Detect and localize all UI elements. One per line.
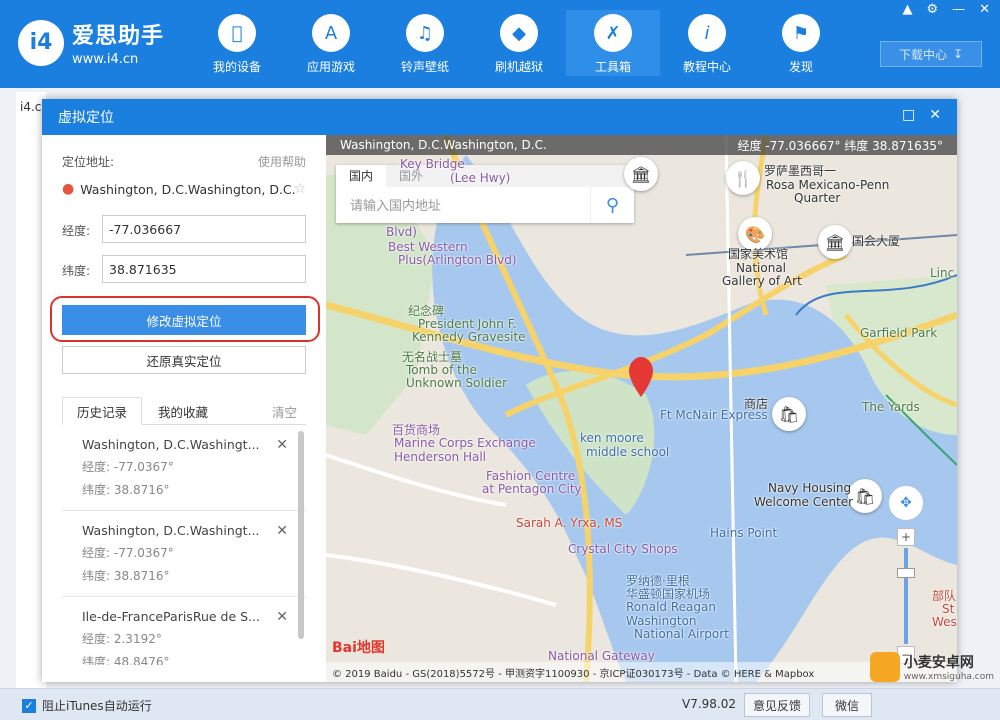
feedback-button[interactable]: 意见反馈 <box>744 693 810 717</box>
dialog-title: 虚拟定位 <box>58 110 114 126</box>
map-header-coords: 经度 -77.036667° 纬度 38.871635° <box>737 138 943 153</box>
version-label: V7.98.02 <box>682 697 737 711</box>
gallery-icon[interactable]: 🎨 <box>738 217 772 251</box>
zoom-handle[interactable] <box>897 568 915 578</box>
remove-item-icon[interactable]: ✕ <box>276 609 288 625</box>
zoom-track[interactable] <box>904 548 908 644</box>
remove-item-icon[interactable]: ✕ <box>276 523 288 539</box>
latitude-label: 纬度: <box>62 264 91 278</box>
search-tab-domestic[interactable]: 国内 <box>336 165 386 187</box>
help-link[interactable]: 使用帮助 <box>258 153 306 170</box>
itunes-toggle[interactable]: ✓ 阻止iTunes自动运行 <box>22 697 152 714</box>
search-icon[interactable]: ⚲ <box>590 187 634 223</box>
app-logo: i4 爱思助手 www.i4.cn <box>18 18 164 67</box>
clear-history-button[interactable]: 清空 <box>272 397 297 425</box>
watermark-logo <box>869 652 900 682</box>
tab-favorites[interactable]: 我的收藏 <box>158 397 208 425</box>
restaurant-icon[interactable]: 🍴 <box>726 161 760 195</box>
shop-icon[interactable]: 🛍 <box>848 479 882 513</box>
tools-icon: ✗ <box>594 14 632 52</box>
nav-ringtones[interactable]: ♫ 铃声壁纸 <box>378 10 472 76</box>
list-item[interactable]: Washington, D.C.Washingt... 经度: -77.0367… <box>62 425 306 511</box>
history-scrollbar[interactable] <box>298 431 304 639</box>
nav-flash-jailbreak[interactable]: ◆ 刷机越狱 <box>472 10 566 76</box>
nav-my-device[interactable]:  我的设备 <box>190 10 284 76</box>
zoom-in-button[interactable]: + <box>897 528 915 546</box>
favorite-star-icon[interactable]: ☆ <box>293 181 306 197</box>
map-header: Washington, D.C.Washington, D.C. 经度 -77.… <box>326 135 957 155</box>
watermark: 小麦安卓网 www.xmsiguha.com <box>869 652 994 682</box>
map-view[interactable]: Washington, D.C.Washington, D.C. 经度 -77.… <box>326 135 957 682</box>
location-pin-icon: ● <box>62 181 75 197</box>
dropbox-icon: ◆ <box>500 14 538 52</box>
remove-item-icon[interactable]: ✕ <box>276 437 288 453</box>
download-center-button[interactable]: 下载中心 ↧ <box>880 41 982 67</box>
window-controls: ▲ ⚙ — ✕ <box>902 2 990 17</box>
location-label: 定位地址: <box>62 155 115 169</box>
apple-icon:  <box>218 14 256 52</box>
download-icon: ↧ <box>952 47 964 61</box>
maximize-icon[interactable]: □ <box>902 107 915 123</box>
map-zoom-control: + − <box>897 528 915 666</box>
longitude-input[interactable]: -77.036667 <box>102 215 306 243</box>
list-item[interactable]: Washington, D.C.Washingt... 经度: -77.0367… <box>62 511 306 597</box>
nav-tutorials[interactable]: i 教程中心 <box>660 10 754 76</box>
wechat-button[interactable]: 微信 <box>822 693 872 717</box>
longitude-label: 经度: <box>62 224 91 238</box>
list-item[interactable]: Ile-de-FranceParisRue de S... 经度: 2.3192… <box>62 597 306 665</box>
virtual-location-dialog: 虚拟定位 □ ✕ 定位地址: 使用帮助 ● Washington, D.C.Wa… <box>42 99 957 682</box>
history-tabs: 历史记录 我的收藏 清空 <box>62 397 306 425</box>
close-icon[interactable]: ✕ <box>979 2 990 17</box>
status-bar: ✓ 阻止iTunes自动运行 V7.98.02 意见反馈 微信 <box>0 688 1000 720</box>
location-panel: 定位地址: 使用帮助 ● Washington, D.C.Washington,… <box>42 135 326 682</box>
map-copyright: © 2019 Baidu - GS(2018)5572号 - 甲测资字11009… <box>326 662 957 682</box>
music-icon: ♫ <box>406 14 444 52</box>
dialog-close-icon[interactable]: ✕ <box>929 107 941 123</box>
search-input[interactable]: 请输入国内地址 <box>350 195 441 214</box>
current-address: ● Washington, D.C.Washington, D.C. ☆ <box>62 181 306 197</box>
logo-mark: i4 <box>18 19 64 66</box>
map-header-location: Washington, D.C.Washington, D.C. <box>340 138 547 152</box>
nav-discover[interactable]: ⚑ 发现 <box>754 10 848 76</box>
map-pan-control[interactable]: ✥ <box>888 485 924 521</box>
tab-history[interactable]: 历史记录 <box>62 397 143 425</box>
baidu-logo: Bai地图 <box>332 640 385 656</box>
capitol-icon[interactable]: 🏛 <box>818 225 852 259</box>
modify-location-button[interactable]: 修改虚拟定位 <box>62 305 306 335</box>
minimize-icon[interactable]: — <box>952 2 965 17</box>
checkbox-icon[interactable]: ✓ <box>22 698 36 713</box>
nav-toolbox[interactable]: ✗ 工具箱 <box>566 10 660 76</box>
latitude-input[interactable]: 38.871635 <box>102 255 306 283</box>
app-title: 爱思助手 <box>72 24 165 49</box>
info-icon: i <box>688 14 726 52</box>
nav-apps-games[interactable]: A 应用游戏 <box>284 10 378 76</box>
landmark-icon[interactable]: 🏛 <box>624 157 658 191</box>
shop-icon[interactable]: 🛍 <box>772 397 806 431</box>
app-store-icon: A <box>312 14 350 52</box>
settings-icon[interactable]: ⚙ <box>926 2 938 17</box>
history-list: Washington, D.C.Washingt... 经度: -77.0367… <box>62 425 306 665</box>
dialog-title-bar: 虚拟定位 □ ✕ <box>42 99 957 135</box>
skin-icon[interactable]: ▲ <box>902 2 912 17</box>
background-tab: i4.c <box>20 100 42 114</box>
restore-location-button[interactable]: 还原真实定位 <box>62 346 306 374</box>
app-url: www.i4.cn <box>72 52 139 67</box>
flag-icon: ⚑ <box>782 14 820 52</box>
main-nav:  我的设备 A 应用游戏 ♫ 铃声壁纸 ◆ 刷机越狱 ✗ 工具箱 i 教程中心… <box>190 10 848 76</box>
top-bar: i4 爱思助手 www.i4.cn  我的设备 A 应用游戏 ♫ 铃声壁纸 ◆… <box>0 0 1000 88</box>
